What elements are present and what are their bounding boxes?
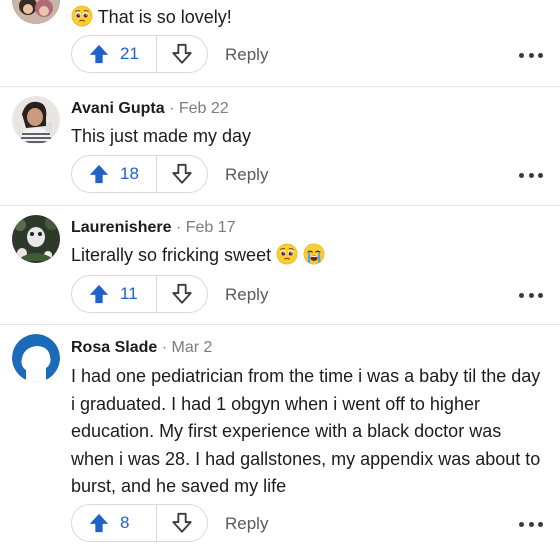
downvote-button[interactable]	[157, 156, 207, 192]
comment-meta: Laurenishere · Feb 17	[71, 219, 236, 237]
comment-item: Laurenishere · Feb 17 Literally so frick…	[0, 206, 560, 324]
upvote-count: 8	[120, 513, 130, 532]
vote-pill: 11	[71, 275, 208, 313]
avatar-photo	[12, 215, 60, 263]
downvote-button[interactable]	[157, 36, 207, 72]
downvote-arrow-icon	[171, 163, 193, 185]
comment-item: Rosa Slade · Mar 2 I had one pediatricia…	[0, 325, 560, 560]
avatar[interactable]	[12, 0, 60, 24]
comment-text: Literally so fricking sweet	[71, 242, 551, 270]
downvote-button[interactable]	[157, 276, 207, 312]
comment-meta: Avani Gupta · Feb 22	[71, 100, 229, 118]
upvote-arrow-icon	[88, 512, 110, 534]
comment-date: Mar 2	[171, 339, 213, 356]
author-name[interactable]: Rosa Slade	[71, 339, 157, 356]
downvote-arrow-icon	[171, 283, 193, 305]
meta-separator: ·	[175, 219, 182, 236]
vote-pill: 8	[71, 504, 208, 542]
avatar[interactable]	[12, 96, 60, 144]
upvote-button[interactable]: 11	[72, 276, 156, 312]
reply-button[interactable]: Reply	[225, 285, 268, 305]
comment-meta: Rosa Slade · Mar 2	[71, 339, 212, 357]
default-avatar-icon	[12, 334, 60, 382]
avatar-photo	[12, 0, 60, 24]
upvote-button[interactable]: 8	[72, 505, 156, 541]
meta-separator: ·	[161, 339, 168, 356]
avatar-photo	[12, 96, 60, 144]
more-options-icon[interactable]	[519, 165, 543, 185]
reply-button[interactable]: Reply	[225, 165, 268, 185]
downvote-arrow-icon	[171, 43, 193, 65]
comment-text: That is so lovely!	[71, 4, 551, 32]
upvote-arrow-icon	[88, 283, 110, 305]
comment-item: Avani Gupta · Feb 22 This just made my d…	[0, 87, 560, 205]
author-name[interactable]: Laurenishere	[71, 219, 171, 236]
vote-pill: 21	[71, 35, 208, 73]
upvote-count: 11	[120, 284, 138, 303]
comment-text-content: Literally so fricking sweet	[71, 245, 272, 265]
upvote-button[interactable]: 18	[72, 156, 156, 192]
comment-date: Feb 17	[185, 219, 236, 236]
upvote-count: 21	[120, 44, 139, 63]
more-options-icon[interactable]	[519, 514, 543, 534]
downvote-arrow-icon	[171, 512, 193, 534]
avatar[interactable]	[12, 215, 60, 263]
upvote-arrow-icon	[88, 43, 110, 65]
upvote-arrow-icon	[88, 163, 110, 185]
upvote-count: 18	[120, 164, 139, 183]
more-options-icon[interactable]	[519, 285, 543, 305]
reply-button[interactable]: Reply	[225, 45, 268, 65]
pleading-face-icon	[276, 243, 298, 265]
pleading-face-icon	[71, 5, 93, 27]
downvote-button[interactable]	[157, 505, 207, 541]
author-name[interactable]: Avani Gupta	[71, 100, 165, 117]
comment-date: Feb 22	[178, 100, 229, 117]
avatar[interactable]	[12, 334, 60, 382]
more-options-icon[interactable]	[519, 45, 543, 65]
comment-text-content: That is so lovely!	[97, 7, 232, 27]
vote-pill: 18	[71, 155, 208, 193]
comment-item: That is so lovely! 21 Reply	[0, 0, 560, 88]
comment-text: I had one pediatrician from the time i w…	[71, 366, 541, 496]
reply-button[interactable]: Reply	[225, 514, 268, 534]
meta-separator: ·	[169, 100, 175, 117]
comment-text: This just made my day	[71, 126, 252, 146]
upvote-button[interactable]: 21	[72, 36, 156, 72]
crying-face-icon	[303, 243, 325, 265]
